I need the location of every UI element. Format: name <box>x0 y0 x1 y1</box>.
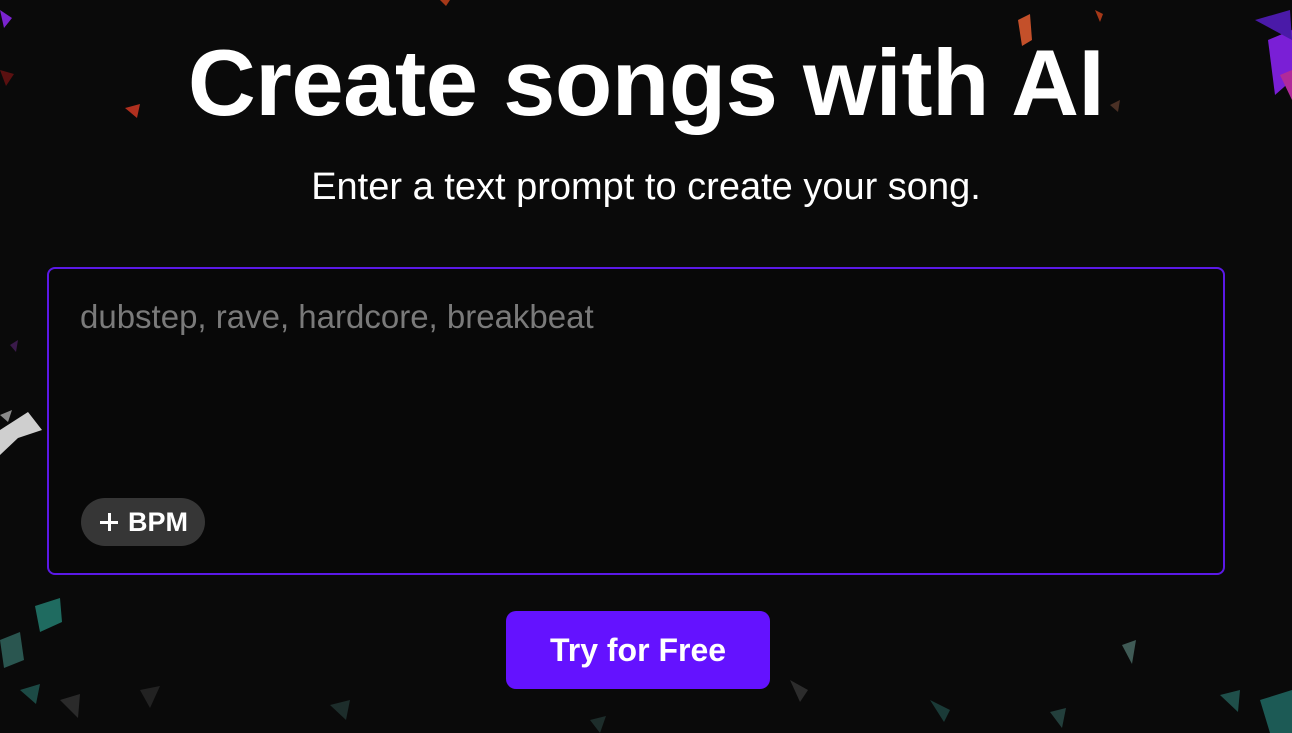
confetti-piece <box>35 598 62 632</box>
confetti-piece <box>930 700 950 722</box>
confetti-piece <box>790 680 808 702</box>
confetti-piece <box>20 684 40 704</box>
confetti-piece <box>0 632 24 668</box>
confetti-piece <box>0 410 12 422</box>
confetti-piece <box>1220 690 1240 712</box>
confetti-piece <box>440 0 450 6</box>
page: Create songs with AI Enter a text prompt… <box>0 0 1292 733</box>
prompt-input[interactable] <box>80 297 1180 477</box>
confetti-piece <box>590 716 606 733</box>
confetti-piece <box>10 340 18 352</box>
confetti-piece <box>330 700 350 720</box>
confetti-piece <box>140 686 160 708</box>
confetti-piece <box>1095 10 1103 22</box>
confetti-piece <box>1260 690 1292 733</box>
confetti-piece <box>0 10 12 28</box>
confetti-piece <box>1050 708 1066 728</box>
plus-icon <box>100 513 118 531</box>
page-subtitle: Enter a text prompt to create your song. <box>311 166 981 208</box>
prompt-box: BPM <box>47 267 1225 575</box>
confetti-piece <box>0 412 42 455</box>
page-title: Create songs with AI <box>187 30 1105 135</box>
try-for-free-button[interactable]: Try for Free <box>506 611 770 689</box>
confetti-piece <box>1122 640 1136 664</box>
add-bpm-button[interactable]: BPM <box>81 498 205 546</box>
bpm-chip-label: BPM <box>128 506 188 537</box>
confetti-piece <box>60 694 80 718</box>
